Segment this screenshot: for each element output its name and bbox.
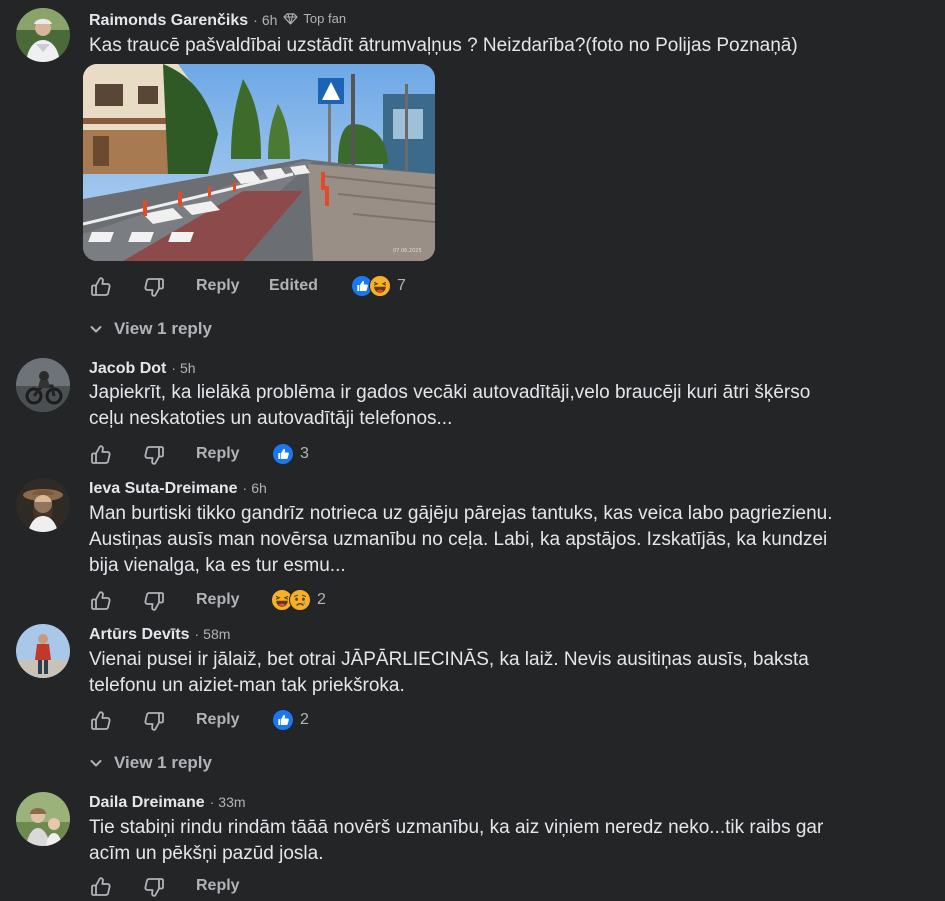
dislike-button[interactable] bbox=[142, 709, 166, 733]
avatar[interactable] bbox=[16, 358, 70, 412]
avatar[interactable] bbox=[16, 478, 70, 532]
comment-text-line: Austiņas ausīs man novērsa uzmanību no c… bbox=[89, 529, 828, 550]
like-button[interactable] bbox=[89, 443, 113, 467]
chevron-down-icon bbox=[89, 322, 103, 336]
view-replies-label: View 1 reply bbox=[114, 753, 212, 772]
like-icon bbox=[272, 709, 294, 731]
dislike-button[interactable] bbox=[142, 589, 166, 613]
reaction-count: 3 bbox=[300, 445, 309, 462]
top-fan-badge[interactable]: Top fan bbox=[283, 11, 346, 26]
thumbs-up-icon bbox=[89, 709, 113, 733]
separator-dot: · bbox=[171, 360, 177, 376]
reply-button[interactable]: Reply bbox=[196, 877, 240, 895]
comment-text: Tie stabiņi rindu rindām tāāā novērš uzm… bbox=[89, 815, 889, 867]
timestamp[interactable]: 5h bbox=[180, 360, 196, 376]
comment-text-line: Tie stabiņi rindu rindām tāāā novērš uzm… bbox=[89, 817, 824, 838]
avatar[interactable] bbox=[16, 792, 70, 846]
dislike-button[interactable] bbox=[142, 875, 166, 899]
separator-dot: · bbox=[209, 794, 215, 810]
avatar[interactable] bbox=[16, 8, 70, 62]
author-name[interactable]: Raimonds Garenčiks bbox=[89, 12, 248, 30]
comment-text-line: ceļu neskatoties un autovadītāji telefon… bbox=[89, 408, 453, 429]
laughing-face-icon bbox=[369, 275, 391, 297]
reaction-summary[interactable]: 2 bbox=[271, 589, 326, 611]
comment-text-line: Japiekrīt, ka lielākā problēma ir gados … bbox=[89, 382, 811, 403]
thumbs-down-icon bbox=[142, 589, 166, 613]
comment-text: Japiekrīt, ka lielākā problēma ir gados … bbox=[89, 380, 889, 432]
timestamp[interactable]: 58m bbox=[203, 626, 230, 642]
comment-meta: Jacob Dot · 5h bbox=[89, 360, 196, 378]
chevron-down-icon bbox=[89, 756, 103, 770]
author-name[interactable]: Ieva Suta-Dreimane bbox=[89, 480, 238, 498]
comment-text-line: Vienai pusei ir jālaiž, bet otrai JĀPĀRL… bbox=[89, 649, 809, 670]
separator-dot: · bbox=[242, 480, 248, 496]
reply-button[interactable]: Reply bbox=[196, 445, 240, 463]
diamond-icon bbox=[283, 12, 299, 25]
comment-text: Kas traucē pašvaldībai uzstādīt ātrumvaļ… bbox=[89, 35, 798, 56]
comment-meta: Ieva Suta-Dreimane · 6h bbox=[89, 480, 267, 498]
separator-dot: · bbox=[194, 626, 200, 642]
like-button[interactable] bbox=[89, 709, 113, 733]
view-replies-button[interactable]: View 1 reply bbox=[89, 319, 212, 339]
view-replies-label: View 1 reply bbox=[114, 319, 212, 338]
comment-meta: Artūrs Devīts · 58m bbox=[89, 626, 230, 644]
thumbs-up-icon bbox=[89, 589, 113, 613]
edited-label[interactable]: Edited bbox=[269, 277, 318, 295]
comment-text: Man burtiski tikko gandrīz notrieca uz g… bbox=[89, 501, 889, 579]
reaction-summary[interactable]: 3 bbox=[272, 443, 309, 465]
sad-face-icon bbox=[289, 589, 311, 611]
thumbs-down-icon bbox=[142, 709, 166, 733]
photo-date-stamp: 07.06.2025 bbox=[393, 248, 422, 254]
reaction-count: 7 bbox=[397, 277, 406, 294]
comment-text-line: telefonu un aiziet-man tak priekšroka. bbox=[89, 675, 405, 696]
thumbs-down-icon bbox=[142, 875, 166, 899]
badge-label: Top fan bbox=[303, 11, 347, 26]
reply-button[interactable]: Reply bbox=[196, 277, 240, 295]
like-button[interactable] bbox=[89, 275, 113, 299]
like-button[interactable] bbox=[89, 589, 113, 613]
thumbs-down-icon bbox=[142, 443, 166, 467]
thumbs-up-icon bbox=[89, 443, 113, 467]
author-name[interactable]: Daila Dreimane bbox=[89, 794, 205, 812]
comment-text-line: Man burtiski tikko gandrīz notrieca uz g… bbox=[89, 503, 833, 524]
reply-button[interactable]: Reply bbox=[196, 711, 240, 729]
like-icon bbox=[272, 443, 294, 465]
timestamp[interactable]: 6h bbox=[251, 480, 267, 496]
thumbs-down-icon bbox=[142, 275, 166, 299]
reply-button[interactable]: Reply bbox=[196, 591, 240, 609]
thumbs-up-icon bbox=[89, 275, 113, 299]
avatar[interactable] bbox=[16, 624, 70, 678]
comment-meta: Daila Dreimane · 33m bbox=[89, 794, 246, 812]
reaction-count: 2 bbox=[300, 711, 309, 728]
author-name[interactable]: Artūrs Devīts bbox=[89, 626, 189, 644]
view-replies-button[interactable]: View 1 reply bbox=[89, 753, 212, 773]
comment-text: Vienai pusei ir jālaiž, bet otrai JĀPĀRL… bbox=[89, 647, 889, 699]
comment-text-line: acīm un pēkšņi pazūd josla. bbox=[89, 843, 324, 864]
comment-photo[interactable]: 07.06.2025 bbox=[83, 64, 435, 261]
thumbs-up-icon bbox=[89, 875, 113, 899]
comment-meta: Raimonds Garenčiks · 6h Top fan bbox=[89, 11, 346, 30]
timestamp[interactable]: 6h bbox=[262, 12, 278, 28]
author-name[interactable]: Jacob Dot bbox=[89, 360, 166, 378]
comment-text-line: bija vienalga, ka es tur esmu... bbox=[89, 555, 346, 576]
reaction-summary[interactable]: 7 bbox=[351, 275, 406, 297]
dislike-button[interactable] bbox=[142, 275, 166, 299]
like-button[interactable] bbox=[89, 875, 113, 899]
reaction-count: 2 bbox=[317, 591, 326, 608]
reaction-summary[interactable]: 2 bbox=[272, 709, 309, 731]
dislike-button[interactable] bbox=[142, 443, 166, 467]
separator-dot: · bbox=[253, 11, 258, 28]
timestamp[interactable]: 33m bbox=[218, 794, 245, 810]
